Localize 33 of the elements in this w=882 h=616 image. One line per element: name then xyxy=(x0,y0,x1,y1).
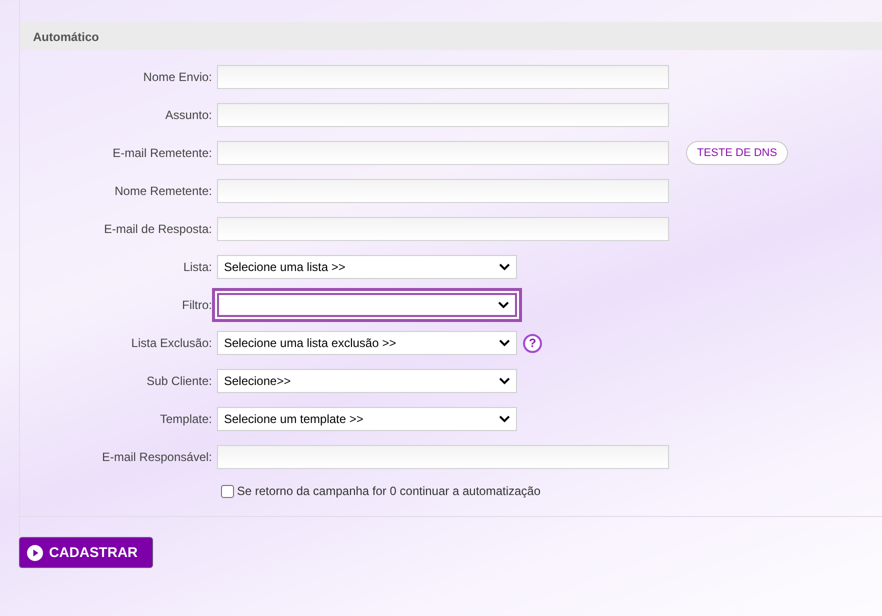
select-field[interactable]: Selecione um template >> xyxy=(217,407,517,431)
chevron-down-icon xyxy=(499,377,510,385)
chevron-down-icon xyxy=(499,415,510,423)
field-label: Assunto: xyxy=(164,107,213,124)
input-field[interactable] xyxy=(217,141,669,165)
input-field[interactable] xyxy=(217,445,669,469)
checkbox-label: Se retorno da campanha for 0 continuar a automatização xyxy=(237,483,541,500)
field-label: Nome Envio: xyxy=(142,69,213,86)
dns-test-button[interactable]: TESTE DE DNS xyxy=(686,140,788,166)
field-label: E-mail Remetente: xyxy=(112,145,213,162)
checkbox[interactable] xyxy=(221,484,234,498)
field-label: Lista: xyxy=(182,259,213,276)
chevron-down-icon xyxy=(498,301,509,309)
field-label: Nome Remetente: xyxy=(114,183,213,200)
field-label: E-mail de Resposta: xyxy=(102,221,213,238)
chevron-down-icon xyxy=(499,339,510,347)
select-field[interactable]: Selecione uma lista >> xyxy=(217,255,517,279)
chevron-down-icon xyxy=(499,263,510,271)
field-label: Lista Exclusão: xyxy=(130,335,213,352)
select-field[interactable]: Selecione uma lista exclusão >> xyxy=(217,331,517,355)
input-field[interactable] xyxy=(217,103,669,127)
field-label: Template: xyxy=(158,411,213,428)
register-button[interactable]: CADASTRAR xyxy=(19,537,153,568)
field-label: Sub Cliente: xyxy=(146,373,213,390)
input-field[interactable] xyxy=(217,217,669,241)
input-field[interactable] xyxy=(217,65,669,89)
play-icon xyxy=(27,544,43,560)
input-field[interactable] xyxy=(217,179,669,203)
field-label: Filtro: xyxy=(181,297,213,314)
select-field[interactable]: Selecione>> xyxy=(217,369,517,393)
field-label: E-mail Responsável: xyxy=(100,449,213,466)
section-header: Automático xyxy=(20,22,882,50)
help-icon[interactable]: ? xyxy=(523,334,542,352)
